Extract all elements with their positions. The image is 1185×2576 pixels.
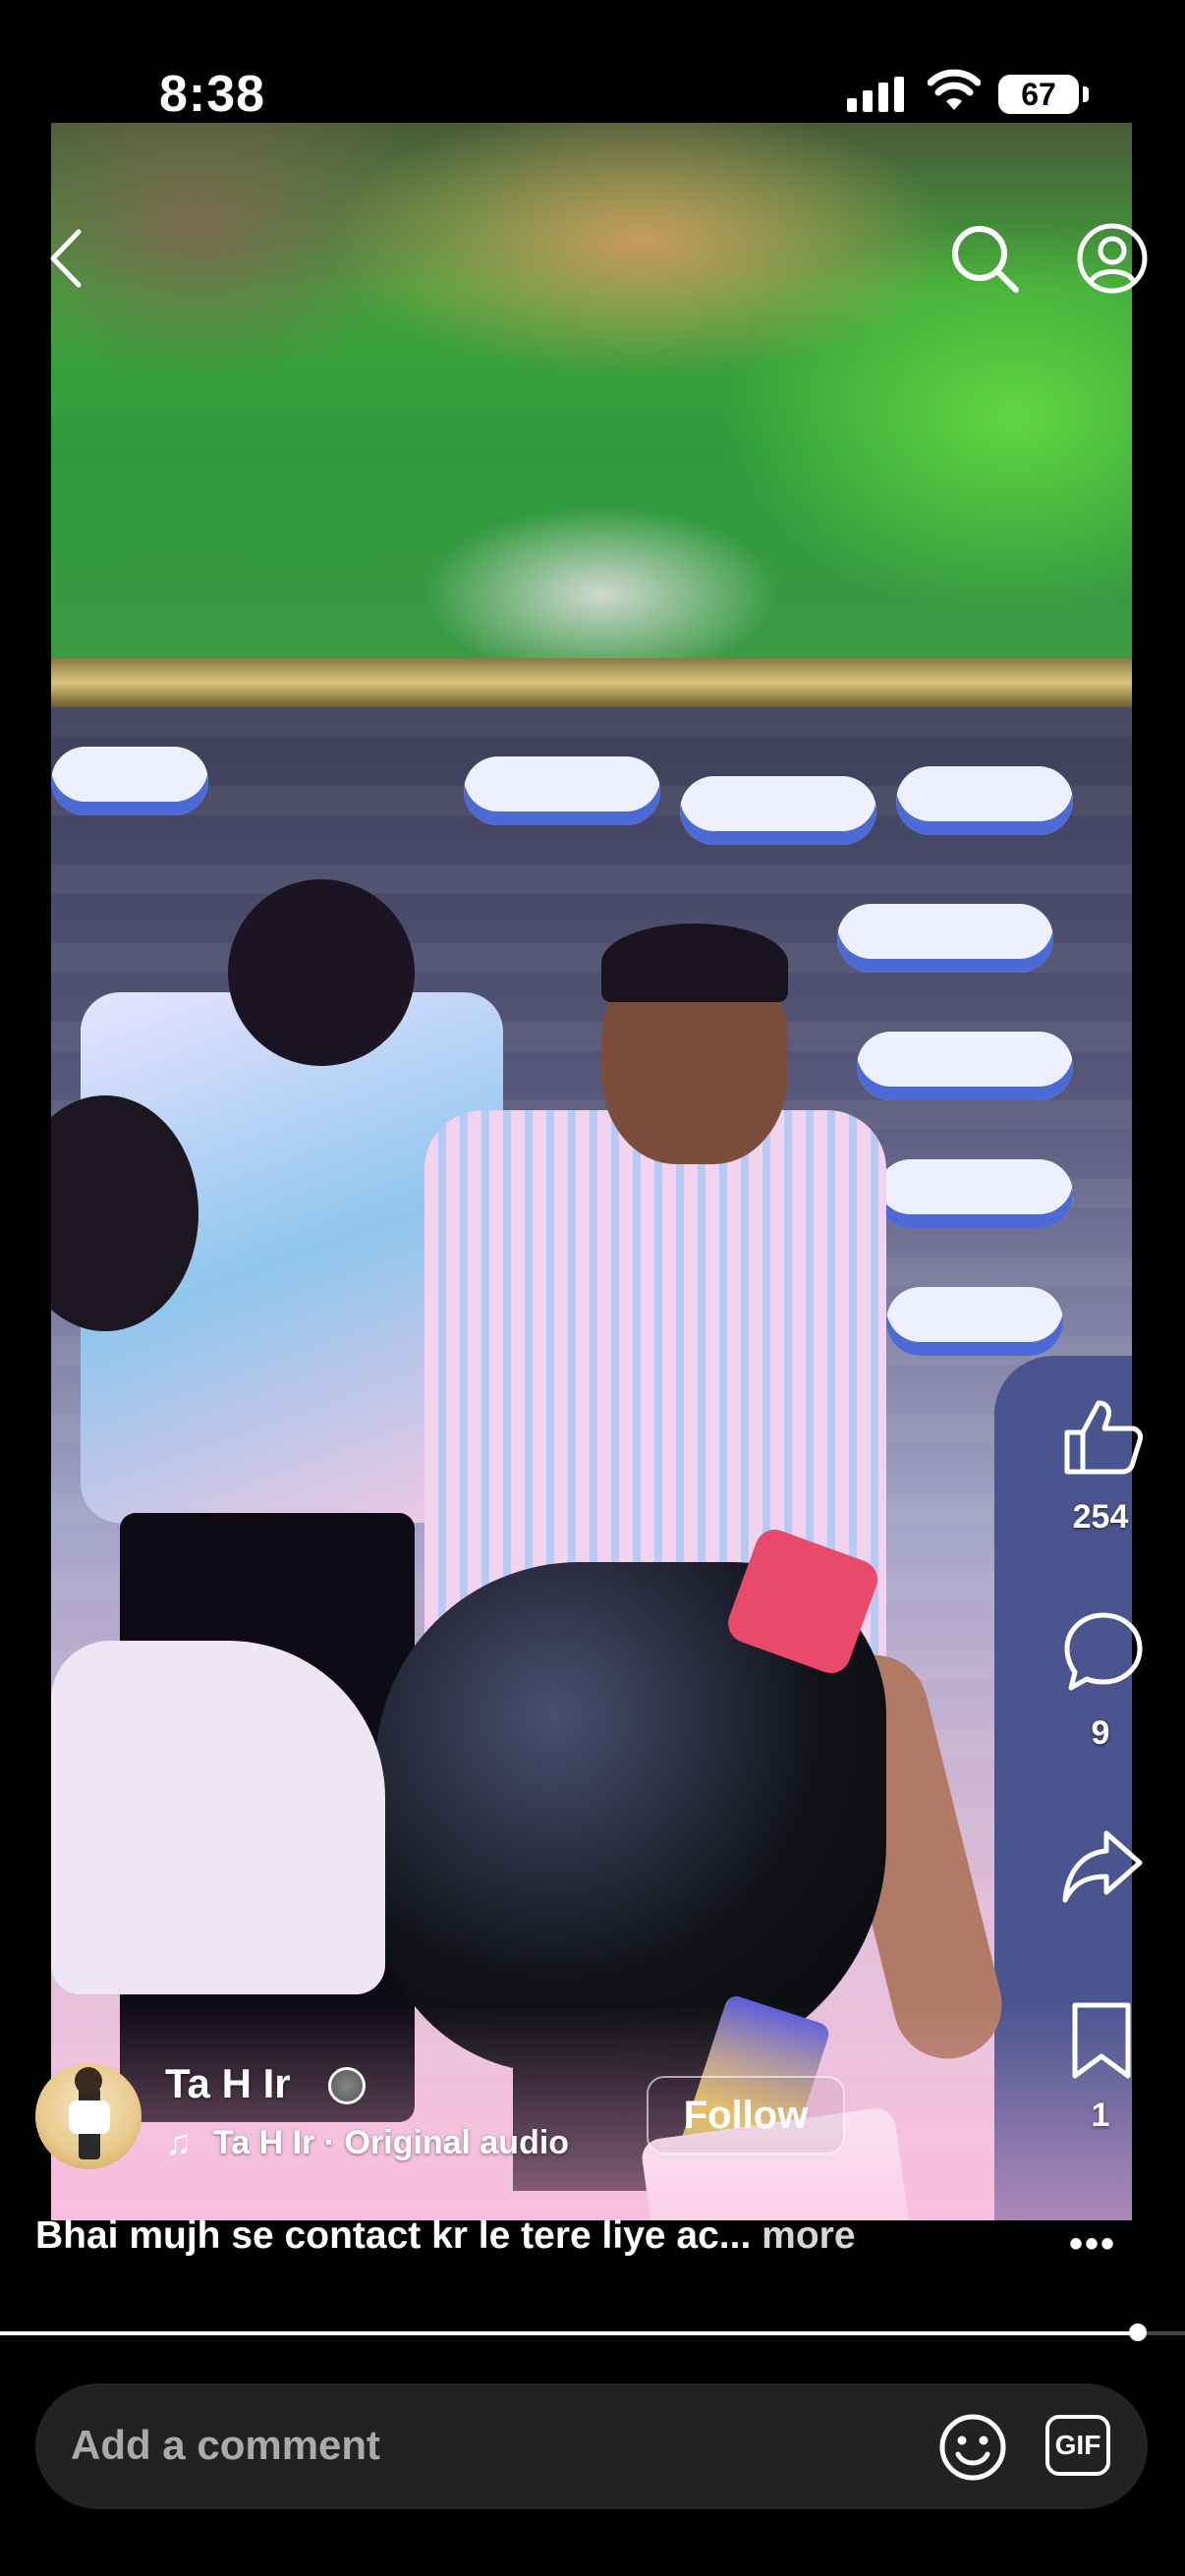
progress-thumb[interactable]	[1128, 2324, 1147, 2341]
reel-video[interactable]	[51, 123, 1132, 2220]
caption-more-link[interactable]: more	[762, 2214, 855, 2257]
shoe	[837, 904, 1053, 973]
music-note-icon: ♫	[165, 2122, 192, 2162]
cellular-signal-icon	[847, 77, 904, 112]
caption-text: Bhai mujh se contact kr le tere liye ac.…	[35, 2214, 762, 2257]
video-frame-edge	[51, 658, 1132, 707]
comment-icon[interactable]	[1063, 1611, 1144, 1694]
floor	[51, 2004, 1132, 2220]
progress-fill	[0, 2331, 1138, 2335]
badge-icon	[328, 2067, 366, 2104]
more-options-icon[interactable]: •••	[1069, 2222, 1116, 2267]
shoe	[51, 747, 208, 815]
status-time: 8:38	[159, 66, 266, 123]
gif-icon[interactable]: GIF	[1045, 2415, 1110, 2476]
battery-level: 67	[1021, 76, 1056, 112]
like-count: 254	[1072, 1498, 1129, 1536]
shoe	[857, 1032, 1073, 1100]
person-center-hair	[601, 924, 788, 1002]
avatar-person	[69, 2067, 110, 2159]
emoji-icon[interactable]	[938, 2413, 1007, 2482]
shoe	[896, 766, 1073, 835]
bookmark-icon[interactable]	[1069, 1999, 1134, 2082]
profile-icon[interactable]	[1076, 222, 1149, 295]
shoe	[876, 1159, 1073, 1228]
shoe	[680, 776, 876, 845]
search-icon[interactable]	[948, 222, 1021, 295]
video-blurred-top	[51, 123, 1132, 673]
person-left-head	[228, 879, 415, 1066]
follow-button[interactable]: Follow	[647, 2076, 845, 2155]
comment-input[interactable]: Add a comment	[71, 2422, 380, 2469]
person-kneeling	[51, 1641, 385, 1994]
battery-icon: 67	[998, 75, 1089, 114]
shoe	[464, 756, 660, 825]
thumbs-up-icon[interactable]	[1061, 1395, 1144, 1478]
video-scene	[51, 707, 1132, 2220]
share-icon[interactable]	[1061, 1827, 1144, 1906]
save-count: 1	[1091, 2097, 1110, 2134]
comment-count: 9	[1091, 1714, 1110, 1752]
author-avatar[interactable]	[35, 2063, 141, 2169]
chevron-left-icon[interactable]	[49, 228, 83, 289]
audio-label[interactable]: Ta H Ir · Original audio	[213, 2124, 569, 2162]
wifi-icon	[928, 69, 981, 110]
author-name[interactable]: Ta H Ir	[165, 2060, 291, 2107]
caption[interactable]: Bhai mujh se contact kr le tere liye ac.…	[35, 2214, 856, 2258]
shoe	[886, 1287, 1063, 1356]
